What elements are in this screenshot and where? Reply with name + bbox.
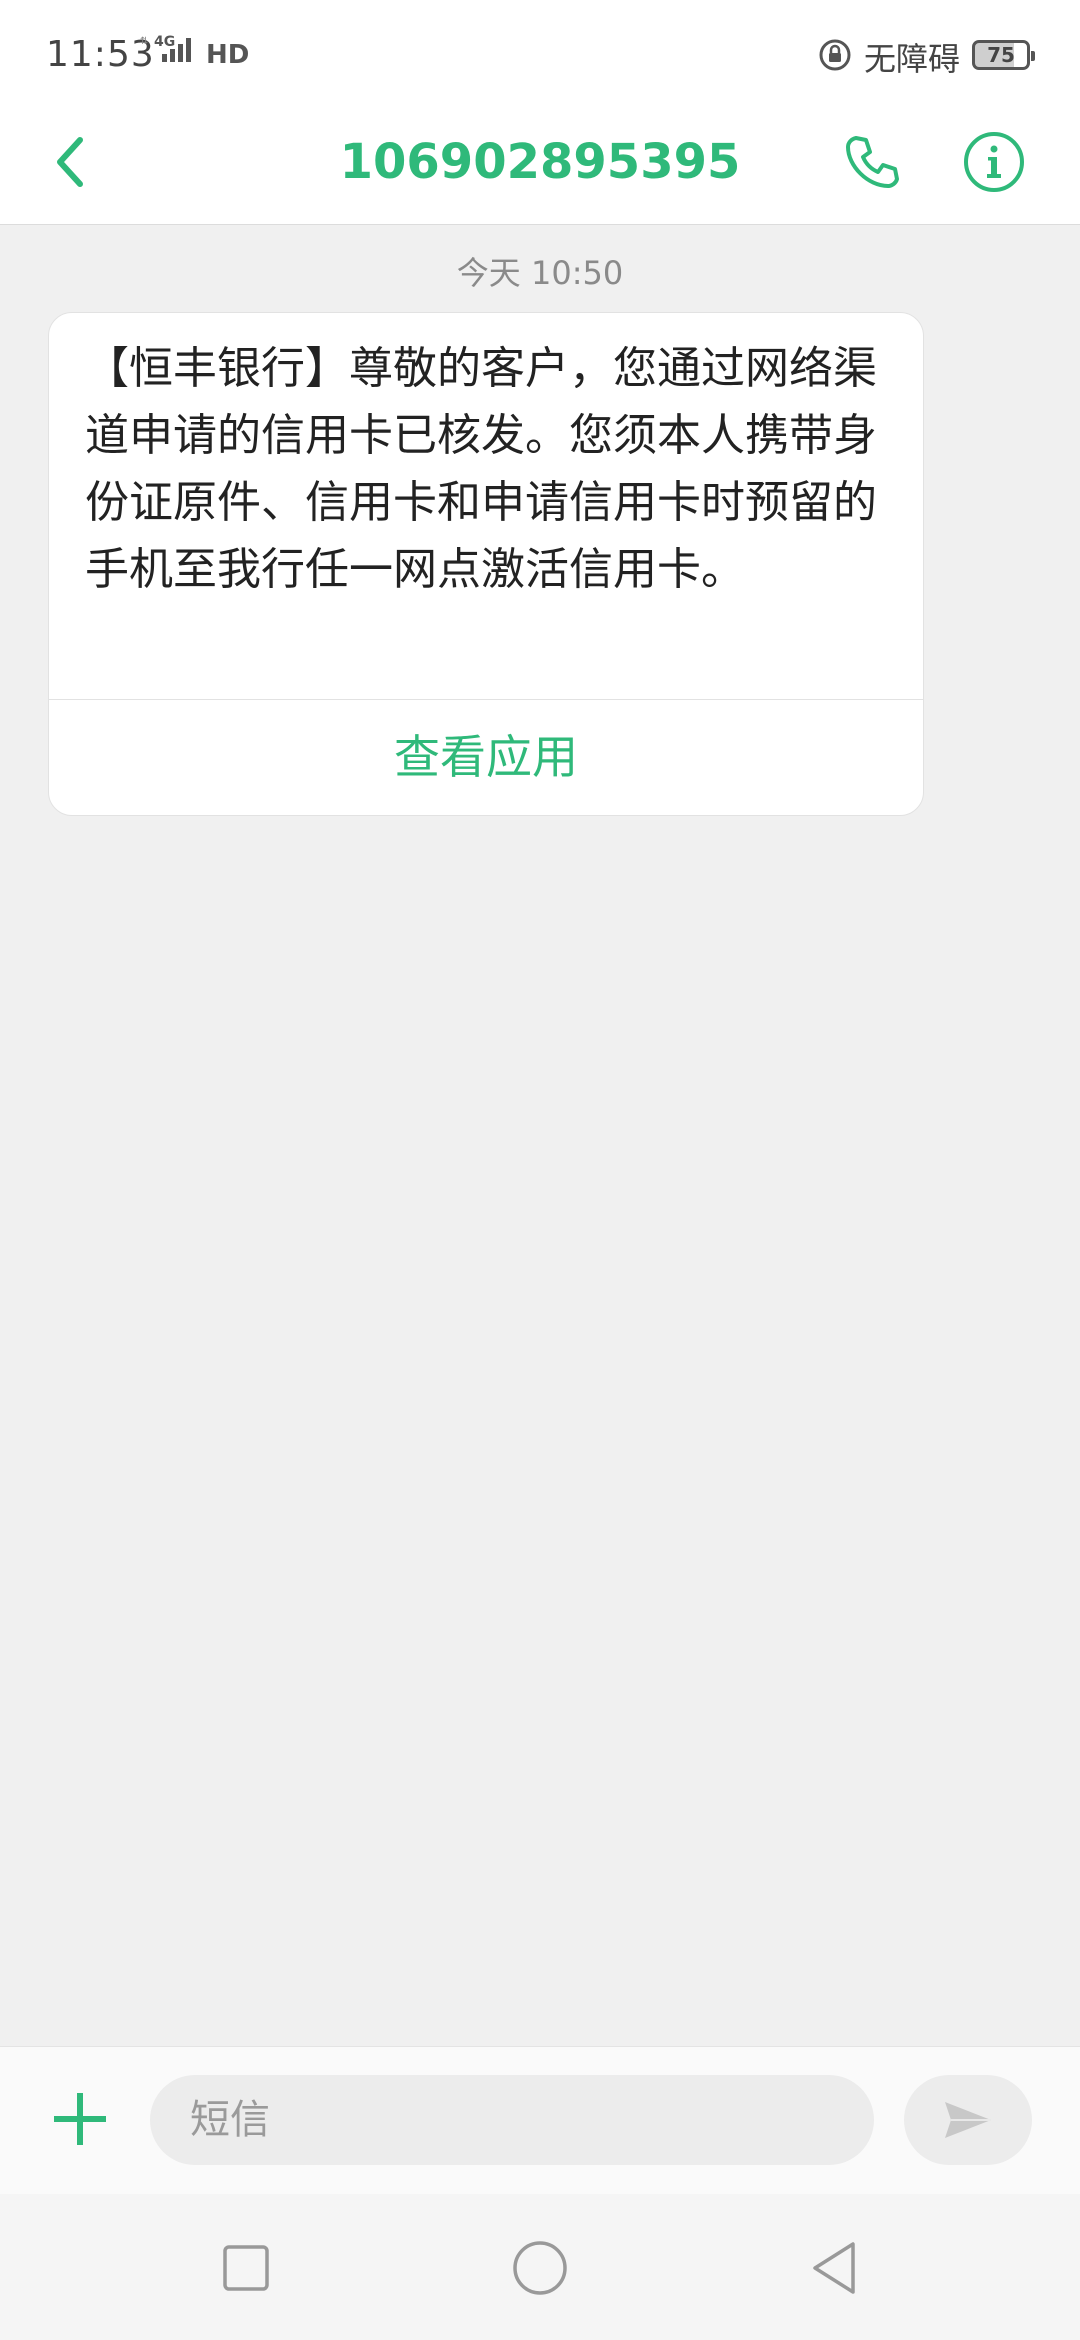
phone-icon (846, 136, 899, 188)
call-button[interactable] (830, 120, 914, 204)
message-text: 【恒丰银行】尊敬的客户，您通过网络渠道申请的信用卡已核发。您须本人携带身份证原件… (85, 343, 877, 595)
data-arrows-icon: ⇅ (140, 36, 149, 47)
home-icon (513, 2241, 567, 2295)
accessibility-label: 无障碍 (864, 40, 961, 78)
plus-icon (54, 2093, 106, 2145)
info-button[interactable] (952, 120, 1036, 204)
add-attachment-button[interactable] (40, 2079, 120, 2159)
message-composer (0, 2046, 1080, 2195)
sms-input[interactable] (150, 2075, 874, 2165)
lock-rotation-icon (818, 38, 852, 72)
view-app-button[interactable]: 查看应用 (49, 700, 923, 815)
back-nav-button[interactable] (798, 2232, 870, 2304)
recent-apps-icon (223, 2245, 269, 2291)
status-bar: 11:53 ⇅ 4G HD 无障碍 75 (0, 0, 1080, 100)
signal-icon (162, 38, 191, 62)
message-timestamp: 今天 10:50 (456, 254, 624, 292)
send-button[interactable] (904, 2075, 1032, 2165)
back-icon (813, 2242, 855, 2294)
home-button[interactable] (504, 2232, 576, 2304)
back-arrow-icon (57, 137, 83, 187)
contact-number: 106902895395 (339, 134, 741, 190)
battery-level: 75 (987, 43, 1015, 67)
status-time: 11:53 (46, 34, 155, 75)
hd-badge: HD (206, 40, 250, 70)
info-icon (964, 132, 1024, 192)
recent-apps-button[interactable] (210, 2232, 282, 2304)
send-icon (945, 2102, 991, 2138)
message-bubble[interactable]: 【恒丰银行】尊敬的客户，您通过网络渠道申请的信用卡已核发。您须本人携带身份证原件… (48, 312, 924, 816)
battery-icon: 75 (972, 40, 1035, 70)
back-button[interactable] (30, 122, 110, 202)
conversation-header: 106902895395 (0, 100, 1080, 225)
system-nav-bar (0, 2194, 1080, 2340)
